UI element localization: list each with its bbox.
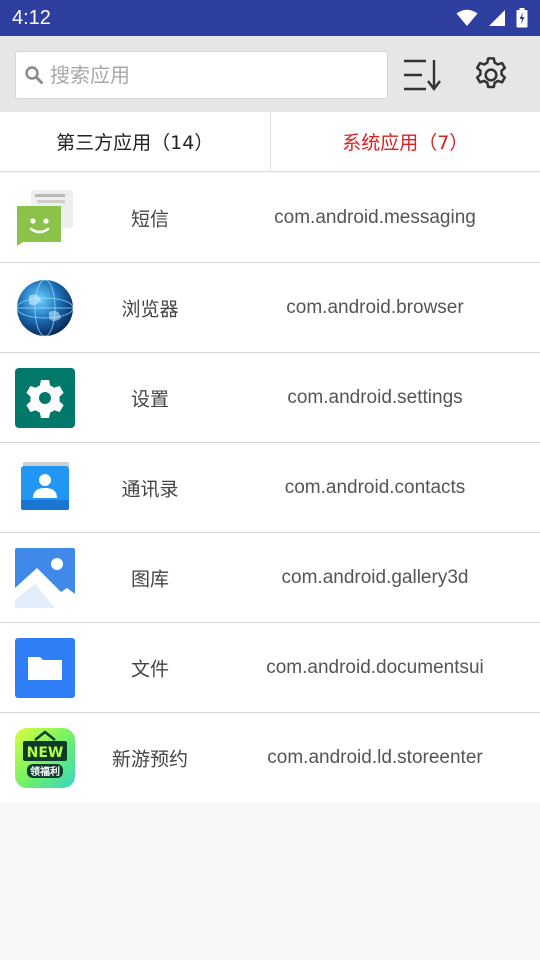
messaging-icon: [17, 190, 73, 246]
tab-third-party-apps[interactable]: 第三方应用（14）: [0, 112, 270, 171]
app-name: 通讯录: [121, 478, 179, 500]
sort-button[interactable]: [398, 50, 448, 100]
settings-button[interactable]: [466, 50, 516, 100]
app-name: 新游预约: [111, 748, 188, 771]
app-package: com.android.messaging: [274, 206, 476, 228]
new-game-icon: NEW 领福利: [15, 728, 75, 788]
new-badge-text: NEW: [27, 745, 64, 761]
app-package: com.android.gallery3d: [281, 566, 469, 588]
list-item[interactable]: NEW 领福利 新游预约 com.android.ld.storeenter: [0, 713, 540, 803]
app-package: com.android.documentsui: [266, 656, 484, 678]
tab-system-apps[interactable]: 系统应用（7）: [269, 112, 540, 171]
app-name: 文件: [130, 658, 169, 680]
status-icons: [456, 8, 528, 28]
list-item[interactable]: 浏览器 com.android.browser: [0, 263, 540, 353]
app-package: com.android.contacts: [284, 476, 466, 498]
list-item[interactable]: 通讯录 com.android.contacts: [0, 443, 540, 533]
list-item[interactable]: 短信 com.android.messaging: [0, 173, 540, 263]
contacts-icon: [21, 462, 69, 510]
app-name: 短信: [130, 208, 169, 230]
app-package: com.android.browser: [286, 296, 464, 318]
list-item[interactable]: 图库 com.android.gallery3d: [0, 533, 540, 623]
signal-icon: [489, 10, 505, 26]
browser-globe-icon: [16, 279, 74, 337]
tab-bar: 第三方应用（14） 系统应用（7）: [0, 112, 540, 172]
gallery-icon: [15, 548, 75, 608]
list-item[interactable]: 设置 com.android.settings: [0, 353, 540, 443]
search-input[interactable]: [50, 63, 370, 87]
app-name: 浏览器: [121, 298, 179, 320]
list-item[interactable]: 文件 com.android.documentsui: [0, 623, 540, 713]
app-name: 图库: [130, 568, 169, 590]
wifi-icon: [456, 9, 478, 26]
gear-icon: [475, 57, 507, 89]
search-icon: [25, 66, 43, 84]
search-box[interactable]: [15, 51, 388, 99]
app-list: 短信 com.android.messaging 浏览器 com.android…: [0, 173, 540, 803]
sort-icon: [404, 59, 441, 91]
toolbar: [0, 36, 540, 112]
status-bar: 4:12: [0, 0, 540, 36]
app-package: com.android.settings: [287, 386, 463, 408]
battery-icon: [516, 8, 528, 28]
settings-gear-icon: [15, 368, 75, 428]
status-time: 4:12: [12, 6, 51, 29]
app-package: com.android.ld.storeenter: [267, 747, 483, 768]
folder-icon: [15, 638, 75, 698]
bonus-badge-text: 领福利: [30, 765, 60, 778]
app-name: 设置: [130, 388, 169, 410]
